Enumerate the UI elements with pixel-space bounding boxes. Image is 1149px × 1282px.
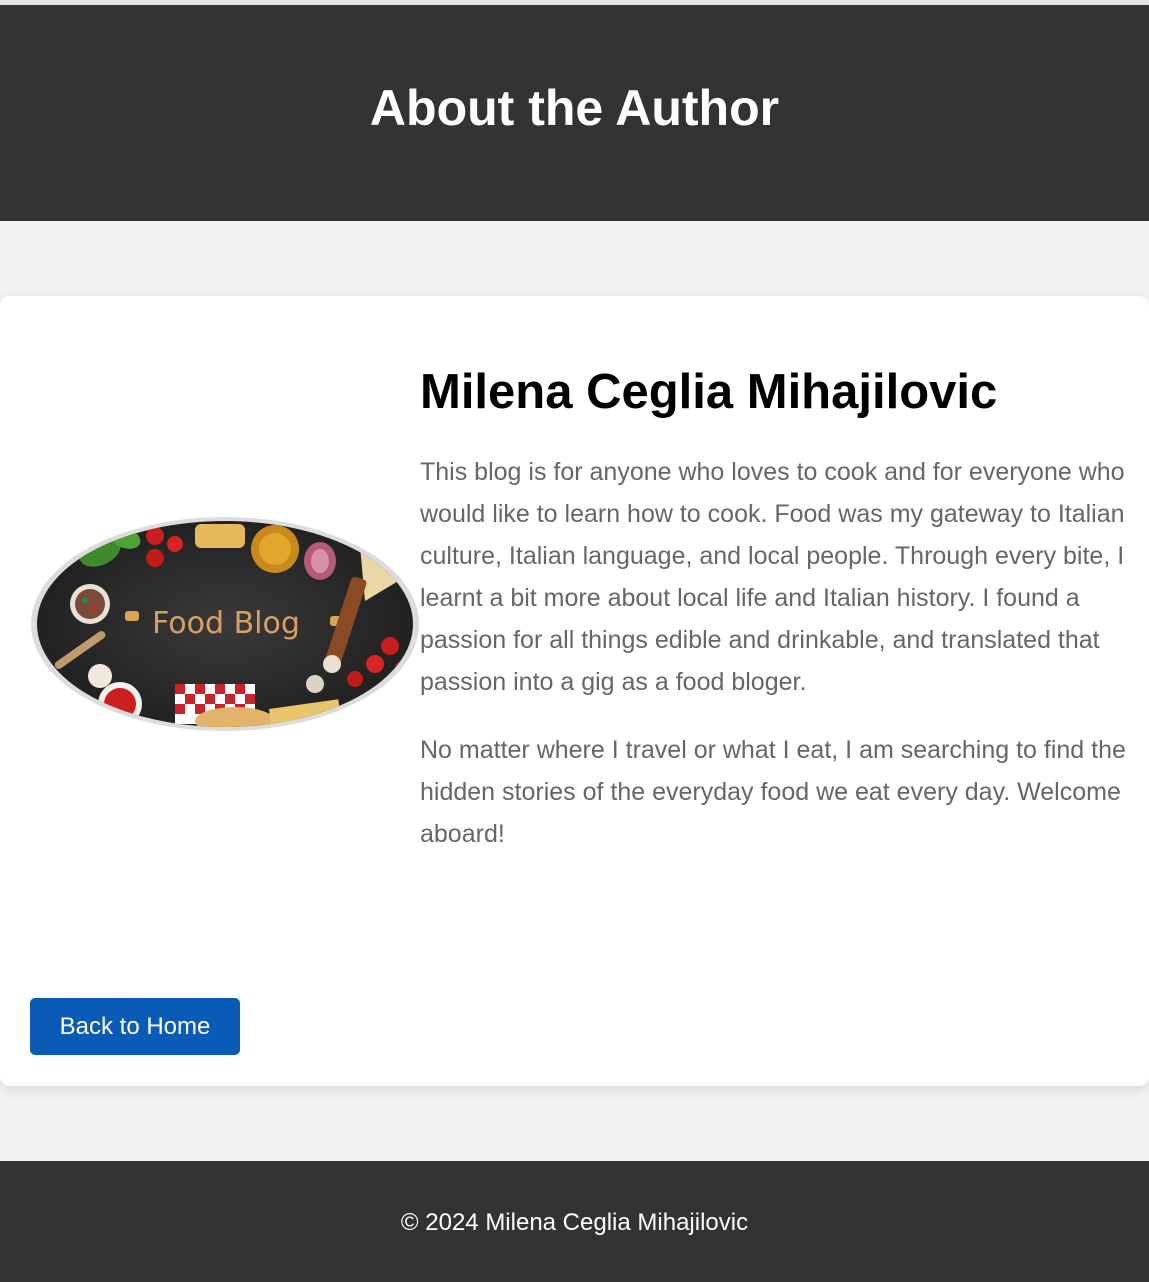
image-caption: Food Blog xyxy=(152,606,300,641)
author-name: Milena Ceglia Mihajilovic xyxy=(420,365,998,419)
back-to-home-button[interactable]: Back to Home xyxy=(30,998,240,1055)
author-image: Food Blog xyxy=(30,516,420,732)
author-bio: Milena Ceglia Mihajilovic This blog is f… xyxy=(420,360,1132,855)
page-title: About the Author xyxy=(369,80,780,136)
page-header: About the Author xyxy=(0,5,1149,221)
bio-paragraph-2: No matter where I travel or what I eat, … xyxy=(420,736,1126,848)
footer-copyright: © 2024 Milena Ceglia Mihajilovic xyxy=(400,1208,749,1236)
bio-paragraph-1: This blog is for anyone who loves to coo… xyxy=(420,458,1125,696)
page-footer: © 2024 Milena Ceglia Mihajilovic xyxy=(0,1161,1149,1282)
